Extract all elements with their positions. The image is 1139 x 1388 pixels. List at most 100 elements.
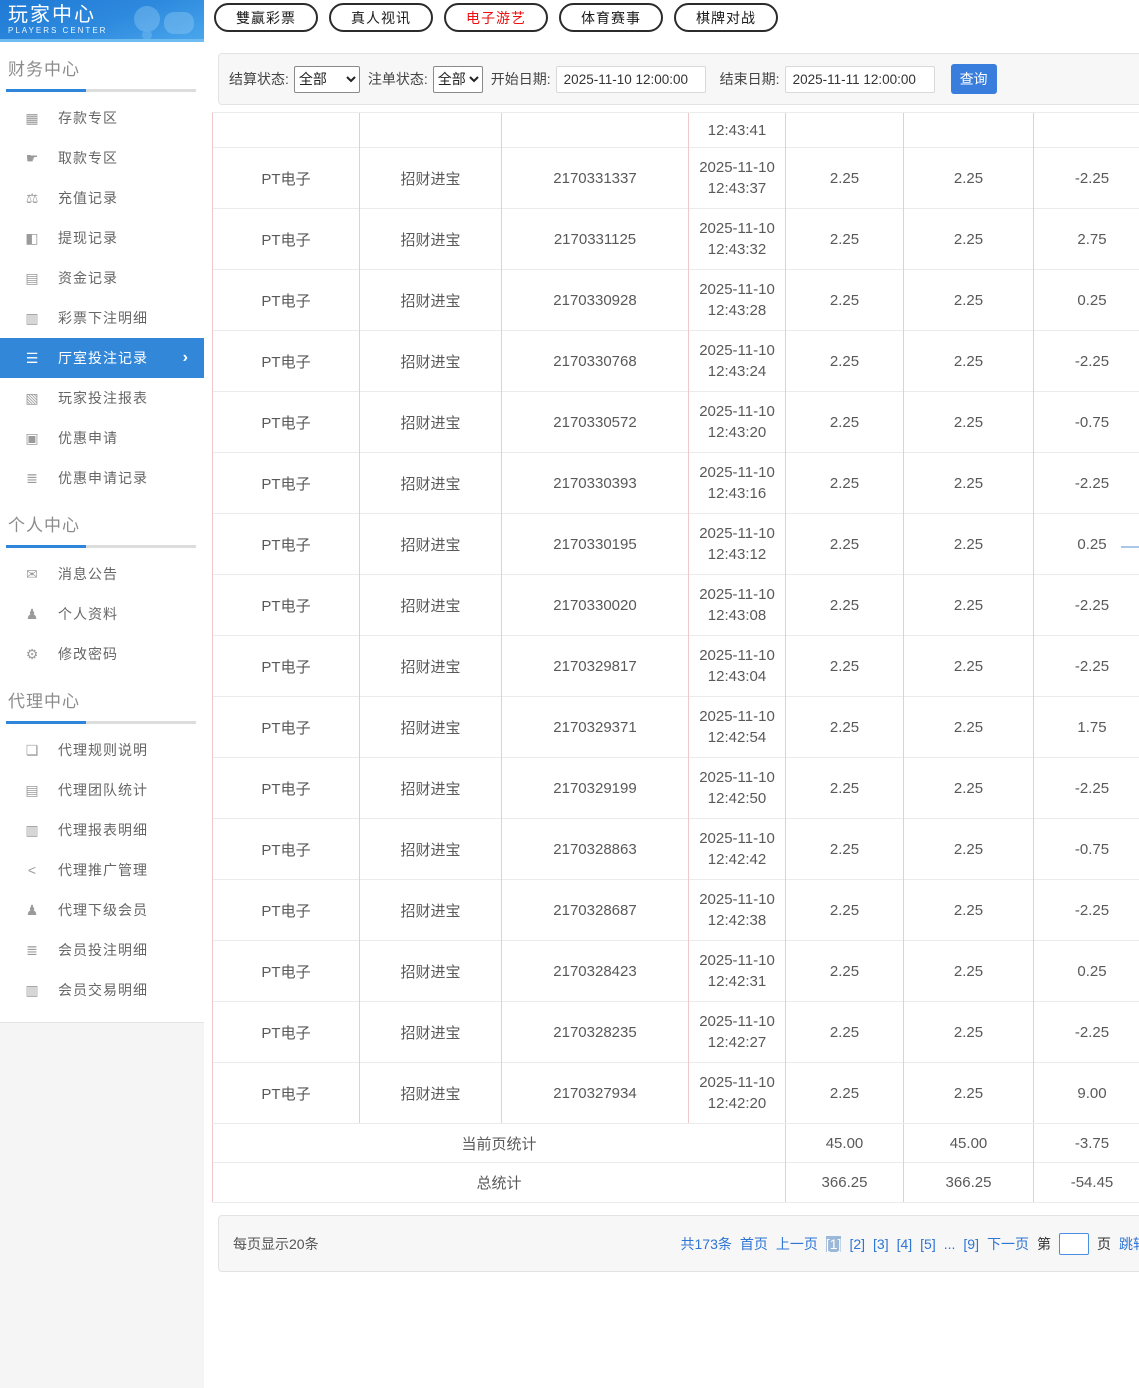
cell-winloss: 0.25 — [1034, 514, 1139, 575]
table-row: PT电子招财进宝21703286872025-11-1012:42:382.25… — [213, 880, 1139, 941]
table-row: PT电子招财进宝21703298172025-11-1012:43:042.25… — [213, 636, 1139, 697]
sidebar-item[interactable]: ▤代理团队统计 — [0, 770, 204, 810]
cell-valid: 2.25 — [904, 697, 1034, 758]
cell-time-line: 12:43:24 — [689, 361, 785, 382]
cell-platform: PT电子 — [213, 148, 360, 209]
sidebar-item[interactable]: ▦存款专区 — [0, 98, 204, 138]
hall-records-icon: ☰ — [23, 350, 41, 367]
sidebar-item[interactable]: ⚙修改密码 — [0, 634, 204, 674]
cell-valid: 2.25 — [904, 514, 1034, 575]
cell-platform: PT电子 — [213, 697, 360, 758]
main-content: 雙赢彩票真人视讯电子游艺体育赛事棋牌对战 结算状态: 全部 注单状态: 全部 开… — [210, 0, 1139, 1272]
cell-valid: 2.25 — [904, 453, 1034, 514]
table-row: PT电子招财进宝21703307682025-11-1012:43:242.25… — [213, 331, 1139, 392]
page-link-9[interactable]: [9] — [963, 1236, 979, 1252]
team-stats-icon: ▤ — [23, 782, 41, 799]
cell-game: 招财进宝 — [360, 209, 502, 270]
sidebar-sections: 财务中心▦存款专区☛取款专区⚖充值记录◧提现记录▤资金记录▥彩票下注明细☰厅室投… — [0, 42, 204, 1010]
table-row: PT电子招财进宝21703293712025-11-1012:42:542.25… — [213, 697, 1139, 758]
sidebar-item-label: 优惠申请记录 — [58, 468, 148, 488]
page-link-5[interactable]: [5] — [920, 1236, 936, 1252]
cell-bet: 2.25 — [786, 209, 904, 270]
sidebar-item[interactable]: ▥代理报表明细 — [0, 810, 204, 850]
cell-order: 2170331337 — [502, 148, 689, 209]
cell-date-line: 2025-11-10 — [689, 950, 785, 971]
cell-game: 招财进宝 — [360, 636, 502, 697]
page-summary-row: 当前页统计 45.00 45.00 -3.75 — [213, 1124, 1139, 1163]
cell-datetime: 12:43:41 — [689, 113, 786, 148]
cell-date-line: 2025-11-10 — [689, 340, 785, 361]
cell-bet: 2.25 — [786, 697, 904, 758]
tab-2[interactable]: 真人视讯 — [329, 3, 433, 32]
table-row: PT电子招财进宝21703303932025-11-1012:43:162.25… — [213, 453, 1139, 514]
sidebar-item[interactable]: ≣会员投注明细 — [0, 930, 204, 970]
players-center-page: 玩家中心 PLAYERS CENTER 财务中心▦存款专区☛取款专区⚖充值记录◧… — [0, 0, 1139, 1388]
cell-winloss: 0.25 — [1034, 270, 1139, 331]
jump-button[interactable]: 跳转 — [1119, 1234, 1139, 1254]
table-row: PT电子招财进宝21703300202025-11-1012:43:082.25… — [213, 575, 1139, 636]
section-divider — [6, 721, 196, 724]
cell-bet: 2.25 — [786, 880, 904, 941]
jump-page-input[interactable] — [1059, 1233, 1089, 1255]
sidebar-item[interactable]: ♟个人资料 — [0, 594, 204, 634]
first-page-link[interactable]: 首页 — [740, 1234, 768, 1254]
cell-game: 招财进宝 — [360, 331, 502, 392]
sidebar-item[interactable]: ✉消息公告 — [0, 554, 204, 594]
tab-4[interactable]: 体育赛事 — [559, 3, 663, 32]
sidebar-item[interactable]: ❏代理规则说明 — [0, 730, 204, 770]
cell-date-line: 2025-11-10 — [689, 157, 785, 178]
cell-game: 招财进宝 — [360, 758, 502, 819]
next-page-link[interactable]: 下一页 — [987, 1234, 1029, 1254]
cell-game: 招财进宝 — [360, 392, 502, 453]
total-summary-winloss: -54.45 — [1034, 1163, 1139, 1203]
cell-time-line: 12:42:54 — [689, 727, 785, 748]
sidebar-item[interactable]: ▣优惠申请 — [0, 418, 204, 458]
sidebar-item[interactable]: ♟代理下级会员 — [0, 890, 204, 930]
cell-datetime: 2025-11-1012:42:38 — [689, 880, 786, 941]
promo-ticket-icon: ▣ — [23, 430, 41, 447]
tab-1[interactable]: 雙赢彩票 — [214, 3, 318, 32]
sidebar-item[interactable]: ≣优惠申请记录 — [0, 458, 204, 498]
cell-winloss: -2.25 — [1034, 575, 1139, 636]
sidebar-item[interactable]: ☛取款专区 — [0, 138, 204, 178]
cell-order: 2170330020 — [502, 575, 689, 636]
page-summary-label: 当前页统计 — [213, 1124, 786, 1163]
category-tabs: 雙赢彩票真人视讯电子游艺体育赛事棋牌对战 — [214, 3, 1139, 32]
page-link-1[interactable]: [1] — [826, 1236, 842, 1252]
page-link-2[interactable]: [2] — [849, 1236, 865, 1252]
prev-page-link[interactable]: 上一页 — [776, 1234, 818, 1254]
sidebar-item[interactable]: <代理推广管理 — [0, 850, 204, 890]
page-link-4[interactable]: [4] — [897, 1236, 913, 1252]
order-status-select[interactable]: 全部 — [433, 66, 483, 93]
sidebar-item[interactable]: ▤资金记录 — [0, 258, 204, 298]
cell-bet: 2.25 — [786, 453, 904, 514]
start-date-input[interactable] — [556, 66, 706, 93]
tab-5[interactable]: 棋牌对战 — [674, 3, 778, 32]
sidebar-item[interactable]: ▥会员交易明细 — [0, 970, 204, 1010]
cell-date-line: 2025-11-10 — [689, 645, 785, 666]
bell-icon: ✉ — [23, 566, 41, 583]
cell-date-line: 2025-11-10 — [689, 1011, 785, 1032]
cell-platform: PT电子 — [213, 514, 360, 575]
page-link-3[interactable]: [3] — [873, 1236, 889, 1252]
cell-bet: 2.25 — [786, 514, 904, 575]
sidebar-item[interactable]: ▥彩票下注明细 — [0, 298, 204, 338]
cell-time-line: 12:43:20 — [689, 422, 785, 443]
tab-3[interactable]: 电子游艺 — [444, 3, 548, 32]
sidebar-item[interactable]: ☰厅室投注记录› — [0, 338, 204, 378]
cell-winloss — [1034, 113, 1139, 148]
sidebar-item[interactable]: ⚖充值记录 — [0, 178, 204, 218]
sidebar-item-label: 会员交易明细 — [58, 980, 148, 1000]
sidebar-item[interactable]: ◧提现记录 — [0, 218, 204, 258]
pagination-controls: 共173条 首页 上一页 [1][2][3][4][5]...[9] 下一页 第… — [681, 1233, 1139, 1255]
cell-valid: 2.25 — [904, 819, 1034, 880]
cell-bet: 2.25 — [786, 941, 904, 1002]
settle-status-select[interactable]: 全部 — [294, 66, 360, 93]
cell-game: 招财进宝 — [360, 148, 502, 209]
table-row: PT电子招财进宝21703301952025-11-1012:43:122.25… — [213, 514, 1139, 575]
end-date-input[interactable] — [785, 66, 935, 93]
cell-time-line: 12:42:38 — [689, 910, 785, 931]
sidebar-item[interactable]: ▧玩家投注报表 — [0, 378, 204, 418]
search-button[interactable]: 查询 — [951, 64, 997, 94]
sidebar-section: 代理中心❏代理规则说明▤代理团队统计▥代理报表明细<代理推广管理♟代理下级会员≣… — [0, 674, 204, 1010]
